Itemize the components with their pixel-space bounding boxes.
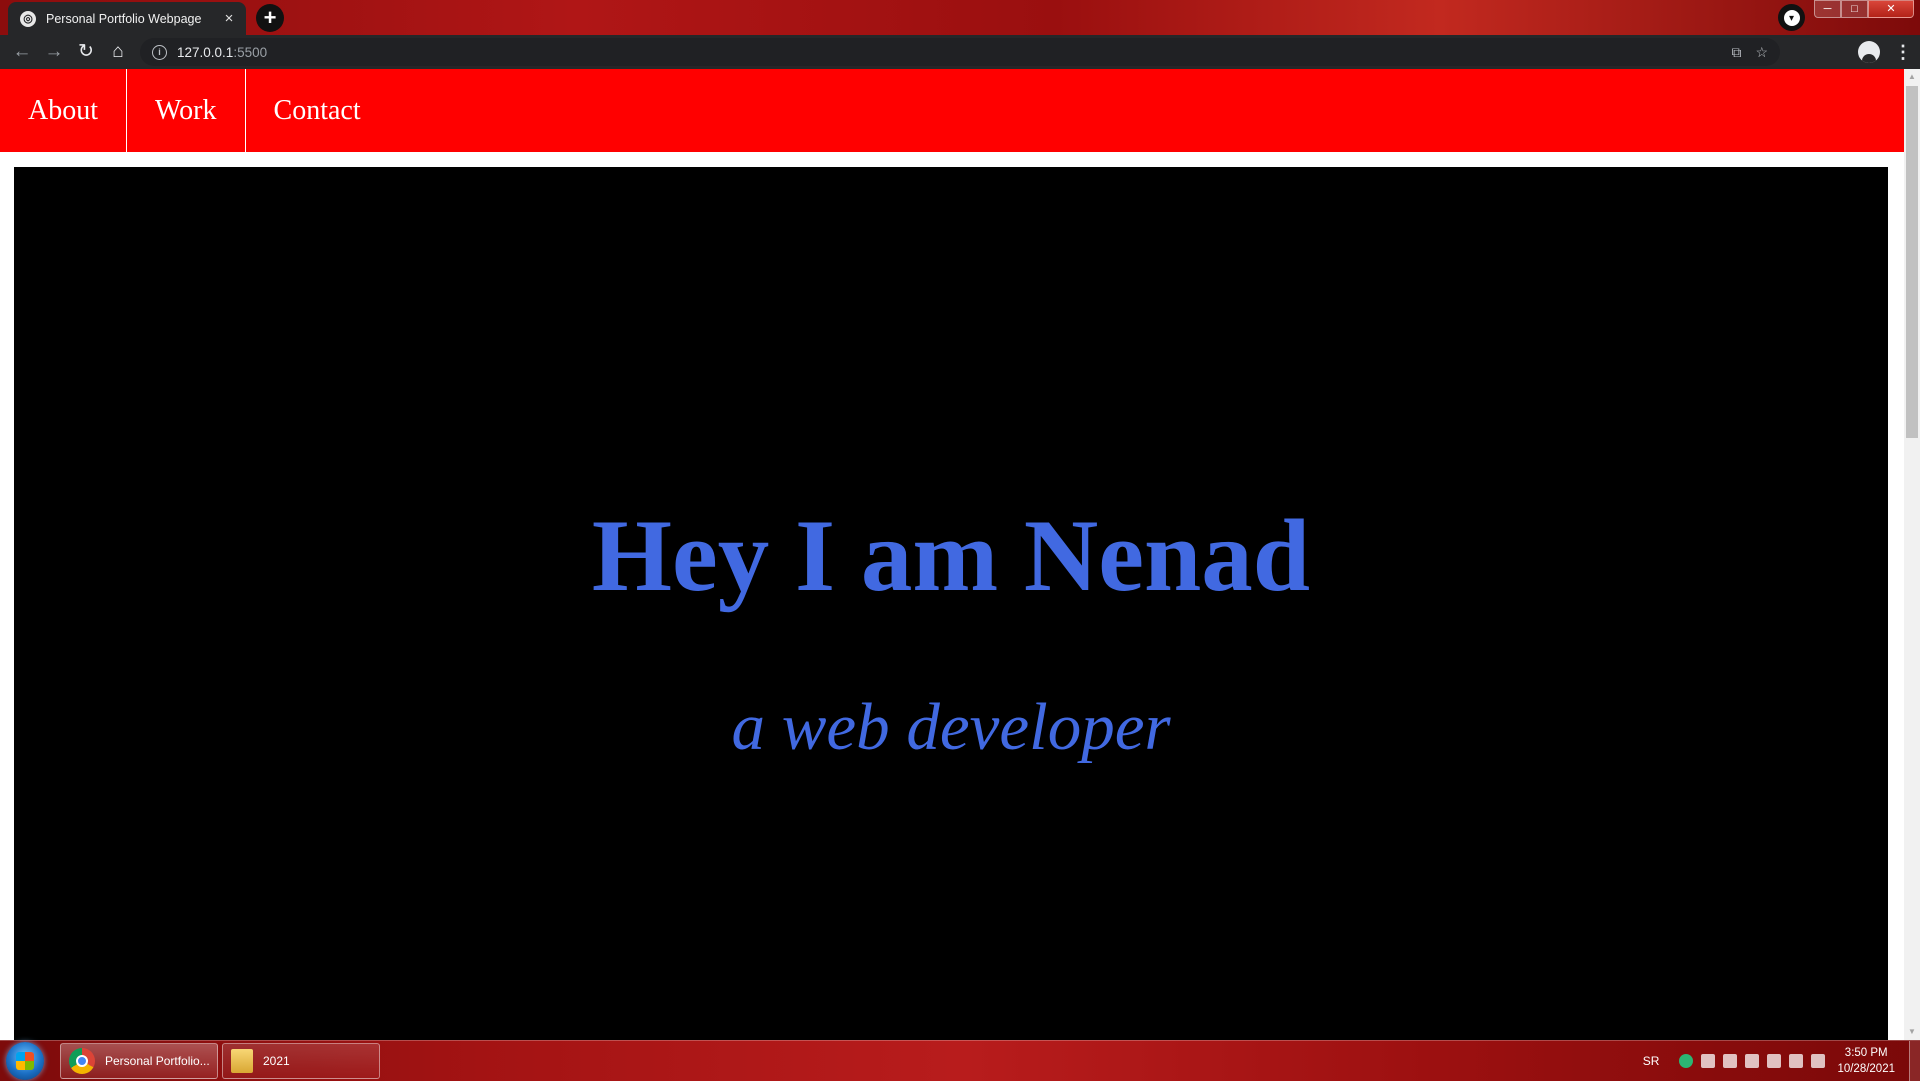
reload-button[interactable]: ↻ (70, 36, 102, 68)
profile-avatar[interactable] (1858, 41, 1880, 63)
back-button[interactable]: ← (6, 36, 38, 68)
address-bar[interactable]: i 127.0.0.1:5500 ⧉ ☆ (140, 38, 1780, 66)
tab-title: Personal Portfolio Webpage (46, 11, 202, 26)
tab-close-button[interactable]: × (220, 10, 238, 27)
url-text: 127.0.0.1:5500 (177, 45, 267, 60)
globe-icon: ◎ (20, 10, 36, 27)
volume-muted-icon[interactable] (1811, 1054, 1826, 1068)
menu-kebab-icon[interactable]: ⋮ (1894, 42, 1912, 63)
folder-icon (231, 1049, 253, 1073)
tab-search-button[interactable]: ▾ (1778, 4, 1805, 31)
home-button[interactable]: ⌂ (102, 36, 134, 68)
minimize-button[interactable]: ─ (1814, 0, 1841, 18)
nav-link-work[interactable]: Work (127, 69, 246, 152)
site-nav: About Work Contact (0, 69, 1904, 152)
browser-tab[interactable]: ◎ Personal Portfolio Webpage × (8, 2, 246, 35)
windows-logo-icon (16, 1052, 34, 1070)
url-host: 127.0.0.1 (177, 44, 234, 60)
forward-button[interactable]: → (38, 36, 70, 68)
usb-icon[interactable] (1723, 1054, 1738, 1068)
translate-icon[interactable]: ⧉ (1731, 44, 1741, 61)
taskbar-item-folder[interactable]: 2021 (222, 1043, 380, 1079)
window-controls: ─ □ ✕ (1814, 0, 1914, 18)
clock-date: 10/28/2021 (1837, 1063, 1895, 1075)
hero-subheading: a web developer (731, 690, 1171, 764)
url-port: :5500 (233, 44, 268, 60)
window-titlebar: ◎ Personal Portfolio Webpage × + ▾ ─ □ ✕ (0, 0, 1920, 35)
action-center-flag-icon[interactable] (1767, 1054, 1782, 1068)
browser-toolbar: ← → ↻ ⌂ i 127.0.0.1:5500 ⧉ ☆ ⋮ (0, 35, 1920, 69)
nav-link-contact[interactable]: Contact (246, 69, 389, 152)
network-icon[interactable] (1701, 1054, 1716, 1068)
person-icon (1862, 54, 1876, 63)
scroll-down-arrow-icon[interactable]: ▼ (1904, 1024, 1920, 1040)
scroll-up-arrow-icon[interactable]: ▲ (1904, 69, 1920, 85)
taskbar-item-label: Personal Portfolio... (105, 1054, 210, 1068)
clock-time: 3:50 PM (1844, 1047, 1888, 1059)
bookmark-star-icon[interactable]: ☆ (1755, 44, 1768, 61)
start-button[interactable] (6, 1042, 44, 1080)
page-scrollbar[interactable]: ▲ ▼ (1904, 69, 1920, 1040)
taskbar-item-chrome[interactable]: Personal Portfolio... (60, 1043, 218, 1079)
maximize-button[interactable]: □ (1841, 0, 1868, 18)
show-desktop-button[interactable] (1909, 1041, 1920, 1081)
chevron-down-icon: ▾ (1783, 9, 1800, 26)
bluetooth-icon[interactable] (1745, 1054, 1760, 1068)
info-icon[interactable]: i (152, 44, 167, 60)
taskbar: Personal Portfolio... 2021 SR 3:50 PM 10… (0, 1040, 1920, 1081)
security-shield-icon[interactable] (1679, 1054, 1694, 1068)
clock[interactable]: 3:50 PM 10/28/2021 (1837, 1045, 1895, 1077)
chrome-icon (69, 1048, 95, 1074)
language-indicator[interactable]: SR (1643, 1054, 1660, 1068)
taskbar-item-label: 2021 (263, 1054, 290, 1068)
system-tray: SR 3:50 PM 10/28/2021 (1643, 1041, 1920, 1081)
page-viewport: About Work Contact Hey I am Nenad a web … (0, 69, 1904, 1040)
new-tab-button[interactable]: + (256, 4, 284, 32)
nav-link-about[interactable]: About (0, 69, 127, 152)
scrollbar-thumb[interactable] (1906, 86, 1918, 438)
hero-heading: Hey I am Nenad (591, 499, 1311, 613)
display-icon[interactable] (1789, 1054, 1804, 1068)
close-window-button[interactable]: ✕ (1868, 0, 1914, 18)
hero-section: Hey I am Nenad a web developer (14, 167, 1888, 1040)
